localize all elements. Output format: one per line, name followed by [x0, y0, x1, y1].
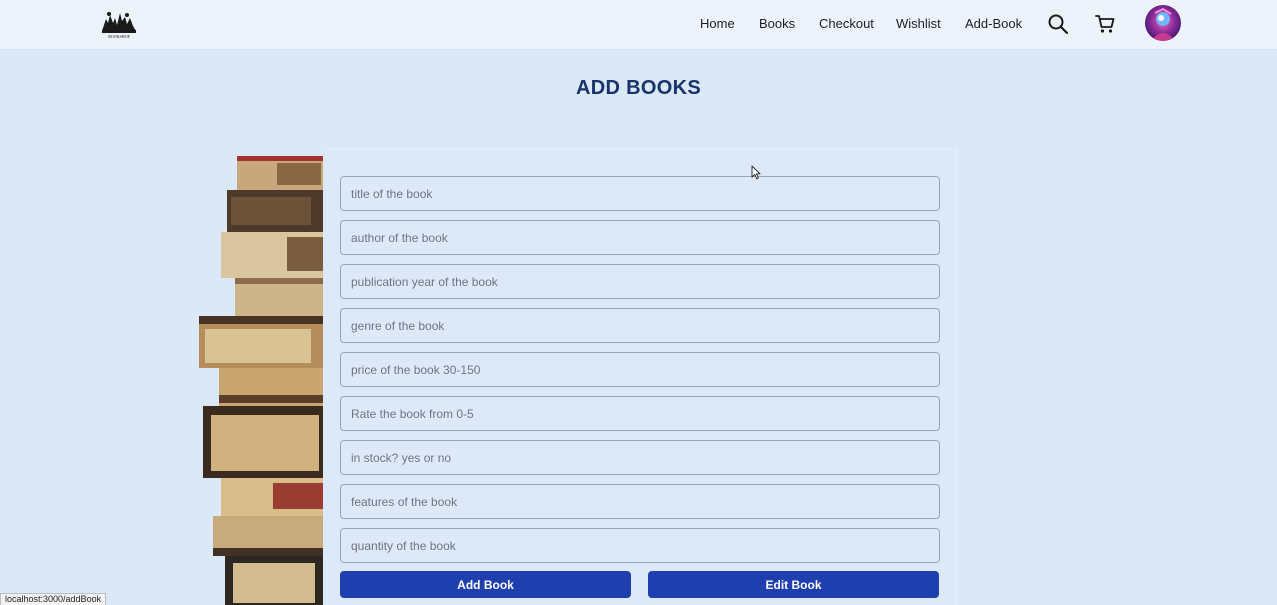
in-stock-input[interactable] — [340, 440, 940, 475]
add-book-button[interactable]: Add Book — [340, 571, 631, 598]
avatar-image — [1145, 5, 1181, 41]
quantity-input[interactable] — [340, 528, 940, 563]
mouse-cursor-icon — [751, 165, 761, 180]
status-bar-url: localhost:3000/addBook — [0, 593, 107, 605]
author-input[interactable] — [340, 220, 940, 255]
rating-input[interactable] — [340, 396, 940, 431]
price-input[interactable] — [340, 352, 940, 387]
features-input[interactable] — [340, 484, 940, 519]
nav-link-wishlist[interactable]: Wishlist — [896, 16, 941, 31]
nav-link-home[interactable]: Home — [700, 16, 735, 31]
edit-book-button[interactable]: Edit Book — [648, 571, 939, 598]
search-icon[interactable] — [1046, 12, 1070, 36]
nav-link-add-book[interactable]: Add-Book — [965, 16, 1022, 31]
user-avatar[interactable] — [1145, 5, 1181, 41]
svg-text:BOOKSHOP: BOOKSHOP — [108, 34, 130, 39]
navbar: BOOKSHOP Home Books Checkout Wishlist Ad… — [0, 0, 1277, 50]
bookshop-logo[interactable]: BOOKSHOP — [100, 9, 138, 39]
nav-link-books[interactable]: Books — [759, 16, 795, 31]
genre-input[interactable] — [340, 308, 940, 343]
cart-icon[interactable] — [1093, 12, 1117, 36]
nav-link-checkout[interactable]: Checkout — [819, 16, 874, 31]
title-input[interactable] — [340, 176, 940, 211]
book-stack-image — [199, 156, 323, 605]
publication-year-input[interactable] — [340, 264, 940, 299]
page-title: ADD BOOKS — [576, 77, 701, 99]
